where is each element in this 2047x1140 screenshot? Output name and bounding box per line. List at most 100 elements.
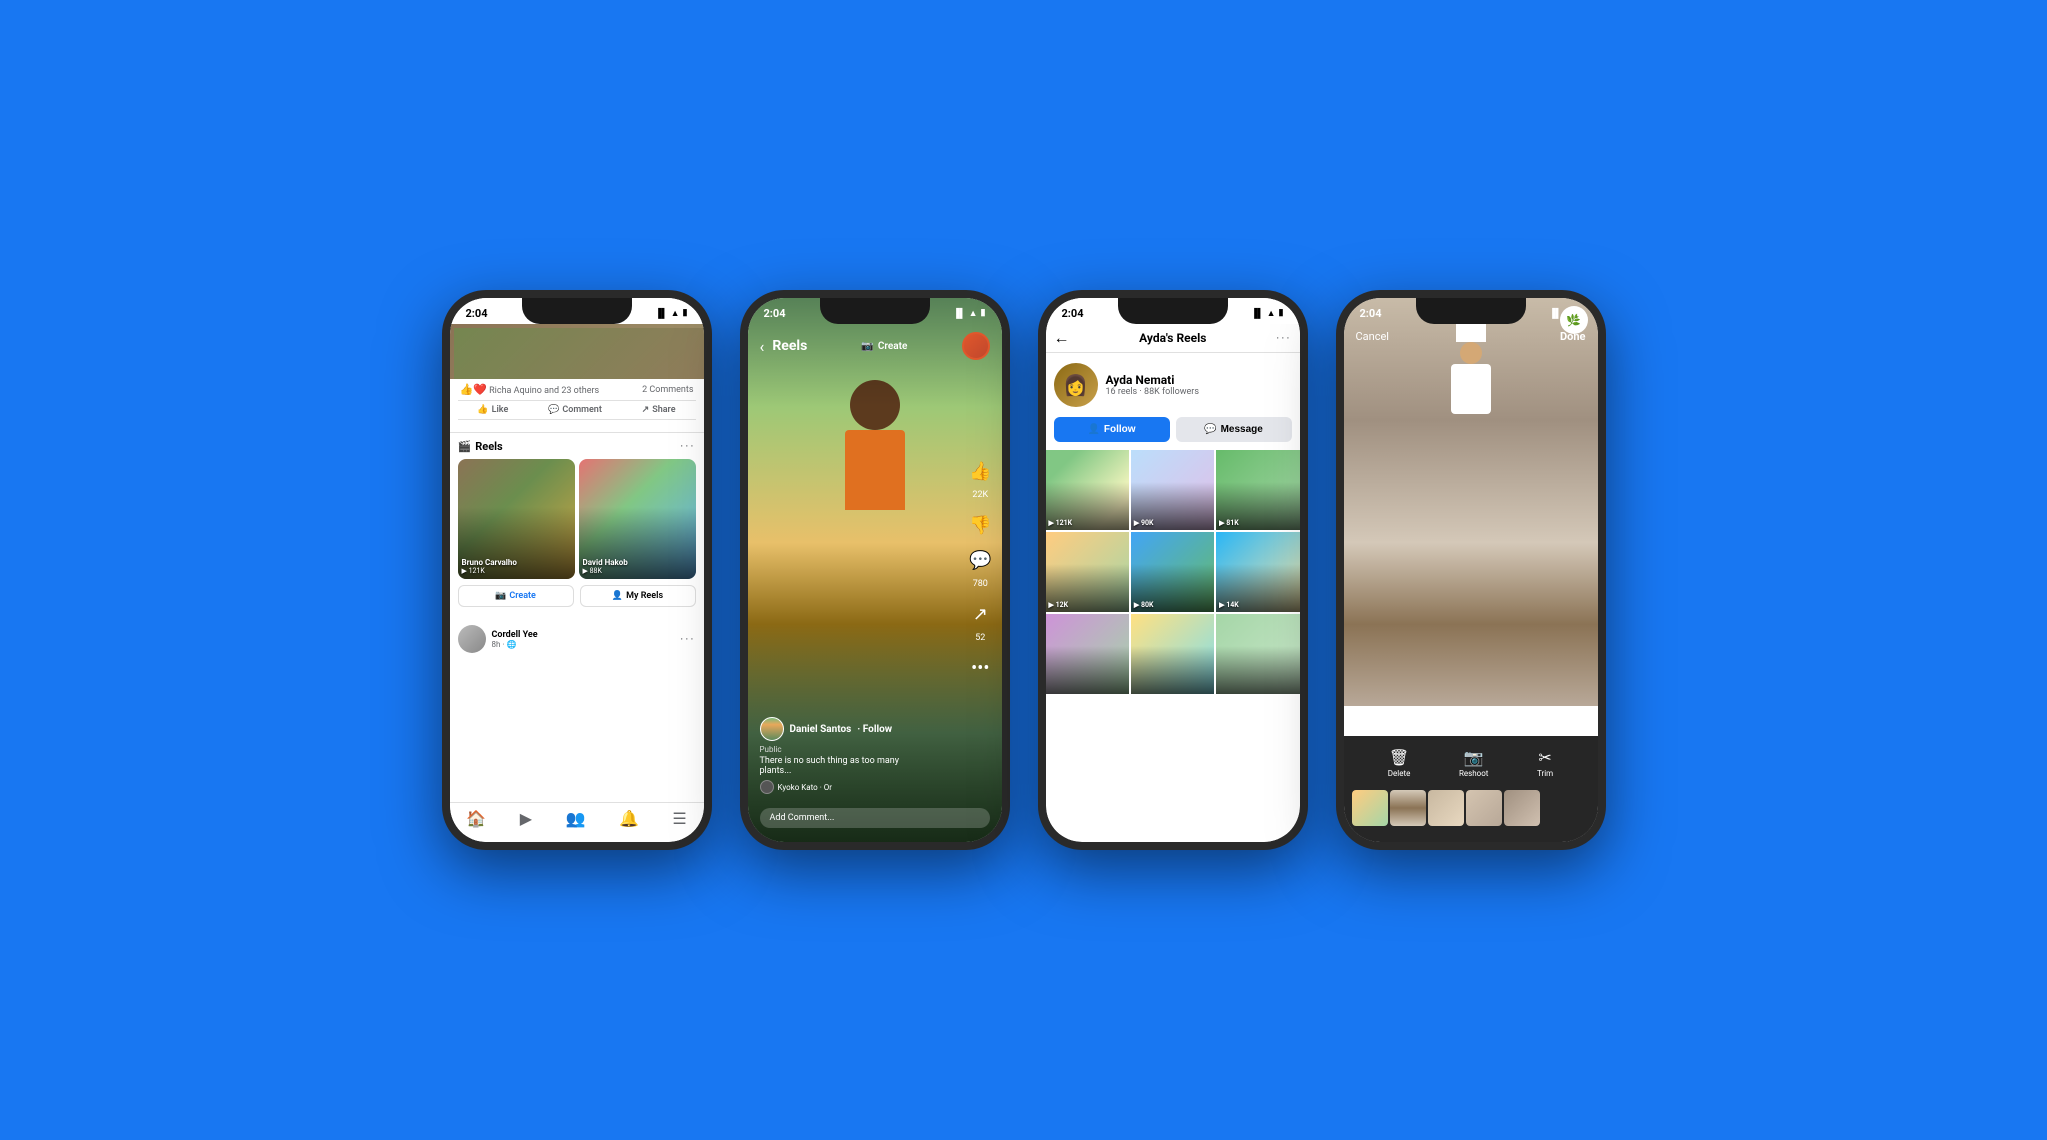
people-nav[interactable]: 👥 xyxy=(566,809,586,828)
reel-count-5: ▶ 80K xyxy=(1134,601,1154,609)
user-avatar-2[interactable] xyxy=(962,332,990,360)
camera-icon-3: 📷 xyxy=(1459,748,1488,767)
comments-count: 2 Comments xyxy=(642,385,693,395)
ayda-menu[interactable]: ··· xyxy=(1276,331,1291,345)
signal-icon: ▐▌ xyxy=(655,308,668,319)
reels-section: 🎬 Reels ··· Bruno Carvalho ▶ 121K xyxy=(450,433,704,613)
comment-button[interactable]: 💬 Comment xyxy=(548,405,602,415)
cancel-button[interactable]: Cancel xyxy=(1356,330,1389,343)
camera-icon: 📷 xyxy=(495,591,506,601)
my-reels-button[interactable]: 👤 My Reels xyxy=(580,585,696,607)
wifi-icon-4: ▲ xyxy=(1565,308,1574,319)
timeline-thumb-5[interactable] xyxy=(1504,790,1540,826)
ayda-reel-8[interactable] xyxy=(1131,614,1214,694)
time-2: 2:04 xyxy=(764,307,786,320)
video-nav[interactable]: ▶ xyxy=(520,809,532,828)
thumbs-up-icon: 👍 xyxy=(969,461,991,482)
comment-icon: 💬 xyxy=(548,405,559,415)
reel-info-1: Bruno Carvalho ▶ 121K xyxy=(462,558,517,575)
share-action[interactable]: ↗ 52 xyxy=(973,604,988,644)
back-button-3[interactable]: ← xyxy=(1054,328,1070,348)
signal-icon-2: ▐▌ xyxy=(953,308,966,319)
reshoot-action[interactable]: 📷 Reshoot xyxy=(1459,748,1488,778)
timeline-thumb-1[interactable] xyxy=(1352,790,1388,826)
like-action[interactable]: 👍 22K xyxy=(969,461,991,501)
battery-icon-3: ▮ xyxy=(1279,308,1284,318)
ayda-profile: 👩 Ayda Nemati 16 reels · 88K followers xyxy=(1046,353,1300,417)
back-button[interactable]: ‹ xyxy=(760,337,765,356)
ayda-reel-7[interactable] xyxy=(1046,614,1129,694)
reels-bottom-info: Daniel Santos · Follow Public There is n… xyxy=(748,709,942,802)
battery-icon-4: ▮ xyxy=(1577,308,1582,318)
ayda-reel-2[interactable]: ▶ 90K xyxy=(1131,450,1214,530)
phone-2: 2:04 ▐▌ ▲ ▮ ‹ Reels 📷 Create xyxy=(740,290,1010,850)
create-reel-button[interactable]: 📷 Create xyxy=(458,585,574,607)
thumbs-down-icon: 👎 xyxy=(969,515,991,536)
comment-action[interactable]: 💬 780 xyxy=(969,550,991,590)
post-menu[interactable]: ··· xyxy=(680,632,695,646)
message-button[interactable]: 💬 Message xyxy=(1176,417,1292,442)
share-button[interactable]: ↗ Share xyxy=(642,405,676,415)
phone-4: 🌿 2:04 ▐▌ ▲ ▮ Cancel Done xyxy=(1336,290,1606,850)
trim-action[interactable]: ✂ Trim xyxy=(1537,748,1553,778)
ayda-reel-5[interactable]: ▶ 80K xyxy=(1131,532,1214,612)
status-bar-2: 2:04 ▐▌ ▲ ▮ xyxy=(748,298,1002,324)
bottom-nav: 🏠 ▶ 👥 🔔 ☰ xyxy=(450,802,704,842)
editor-timeline xyxy=(1344,790,1598,826)
battery-icon-2: ▮ xyxy=(981,308,986,318)
wifi-icon-2: ▲ xyxy=(969,308,978,319)
menu-nav[interactable]: ☰ xyxy=(672,809,686,828)
timeline-thumb-3[interactable] xyxy=(1428,790,1464,826)
ayda-reel-3[interactable]: ▶ 81K xyxy=(1216,450,1299,530)
timeline-thumb-2[interactable] xyxy=(1390,790,1426,826)
delete-icon: 🗑 xyxy=(1388,748,1411,767)
ayda-reel-6[interactable]: ▶ 14K xyxy=(1216,532,1299,612)
share-icon: ↗ xyxy=(642,405,650,415)
ayda-action-buttons: 👤 Follow 💬 Message xyxy=(1046,417,1300,450)
profile-stats: 16 reels · 88K followers xyxy=(1106,387,1200,397)
comment-input[interactable]: Add Comment... xyxy=(760,808,990,828)
more-action[interactable]: ••• xyxy=(971,658,989,679)
reels-header: 🎬 Reels ··· xyxy=(458,439,696,453)
reels-user-info: Daniel Santos · Follow xyxy=(760,717,930,741)
ayda-reel-4[interactable]: ▶ 12K xyxy=(1046,532,1129,612)
ayda-reel-1[interactable]: ▶ 121K xyxy=(1046,450,1129,530)
person-icon: 👤 xyxy=(612,591,623,601)
delete-action[interactable]: 🗑 Delete xyxy=(1388,748,1411,778)
ayda-reel-9[interactable] xyxy=(1216,614,1299,694)
music-disc-icon xyxy=(760,780,774,794)
side-actions: 👍 22K 👎 💬 780 ↗ 52 ••• xyxy=(969,461,991,679)
reel-thumb-1[interactable]: Bruno Carvalho ▶ 121K xyxy=(458,459,575,579)
battery-icon: ▮ xyxy=(683,308,688,318)
reel-count-6: ▶ 14K xyxy=(1219,601,1239,609)
reel-user-avatar xyxy=(760,717,784,741)
like-icon: 👍 xyxy=(477,405,488,415)
reel-thumb-2[interactable]: David Hakob ▶ 88K xyxy=(579,459,696,579)
status-bar-1: 2:04 ▐▌ ▲ ▮ xyxy=(450,298,704,324)
ayda-title: Ayda's Reels xyxy=(1070,331,1277,345)
reels-top-bar: ‹ Reels 📷 Create xyxy=(748,324,1002,368)
status-icons-2: ▐▌ ▲ ▮ xyxy=(953,308,986,319)
bell-nav[interactable]: 🔔 xyxy=(619,809,639,828)
wifi-icon: ▲ xyxy=(671,308,680,319)
comment-bar: Add Comment... xyxy=(748,804,1002,832)
comment-icon-2: 💬 xyxy=(969,550,991,571)
action-buttons: 👍 Like 💬 Comment ↗ Share xyxy=(458,400,696,420)
dislike-action[interactable]: 👎 xyxy=(969,515,991,536)
reels-menu[interactable]: ··· xyxy=(680,439,695,453)
reel-count-4: ▶ 12K xyxy=(1049,601,1069,609)
signal-icon-3: ▐▌ xyxy=(1251,308,1264,319)
time-1: 2:04 xyxy=(466,307,488,320)
timeline-thumb-4[interactable] xyxy=(1466,790,1502,826)
status-bar-4: 2:04 ▐▌ ▲ ▮ xyxy=(1344,298,1598,324)
done-button[interactable]: Done xyxy=(1560,330,1585,343)
status-icons-4: ▐▌ ▲ ▮ xyxy=(1549,308,1582,319)
create-button[interactable]: 📷 Create xyxy=(861,341,907,352)
more-icon: ••• xyxy=(971,658,989,679)
follow-button[interactable]: 👤 Follow xyxy=(1054,417,1170,442)
home-nav[interactable]: 🏠 xyxy=(466,809,486,828)
reel-music: Kyoko Kato · Or xyxy=(760,780,930,794)
reels-actions: 📷 Create 👤 My Reels xyxy=(458,585,696,607)
ayda-reels-grid: ▶ 121K ▶ 90K ▶ 81K ▶ 12K ▶ 80K xyxy=(1046,450,1300,694)
like-button[interactable]: 👍 Like xyxy=(477,405,508,415)
